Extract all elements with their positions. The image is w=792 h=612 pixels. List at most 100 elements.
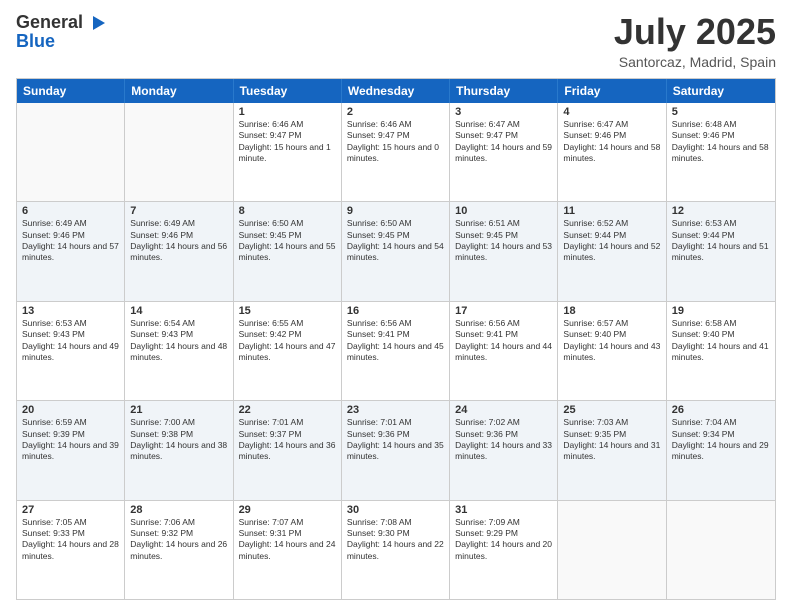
header-day-thursday: Thursday — [450, 79, 558, 103]
day-number: 2 — [347, 106, 444, 118]
day-info: Sunrise: 6:50 AM Sunset: 9:45 PM Dayligh… — [347, 218, 444, 264]
day-number: 4 — [563, 106, 660, 118]
header-day-saturday: Saturday — [667, 79, 775, 103]
day-info: Sunrise: 6:52 AM Sunset: 9:44 PM Dayligh… — [563, 218, 660, 264]
day-info: Sunrise: 6:48 AM Sunset: 9:46 PM Dayligh… — [672, 119, 770, 165]
day-info: Sunrise: 6:50 AM Sunset: 9:45 PM Dayligh… — [239, 218, 336, 264]
logo-triangle-icon — [85, 12, 107, 34]
day-number: 27 — [22, 504, 119, 516]
calendar-cell: 30Sunrise: 7:08 AM Sunset: 9:30 PM Dayli… — [342, 501, 450, 599]
day-info: Sunrise: 6:47 AM Sunset: 9:46 PM Dayligh… — [563, 119, 660, 165]
day-number: 19 — [672, 305, 770, 317]
calendar-cell: 12Sunrise: 6:53 AM Sunset: 9:44 PM Dayli… — [667, 202, 775, 300]
calendar-cell: 29Sunrise: 7:07 AM Sunset: 9:31 PM Dayli… — [234, 501, 342, 599]
day-number: 20 — [22, 404, 119, 416]
day-info: Sunrise: 6:46 AM Sunset: 9:47 PM Dayligh… — [239, 119, 336, 165]
calendar-cell — [17, 103, 125, 201]
day-number: 13 — [22, 305, 119, 317]
calendar-cell: 11Sunrise: 6:52 AM Sunset: 9:44 PM Dayli… — [558, 202, 666, 300]
day-number: 11 — [563, 205, 660, 217]
calendar-cell: 7Sunrise: 6:49 AM Sunset: 9:46 PM Daylig… — [125, 202, 233, 300]
calendar-cell: 13Sunrise: 6:53 AM Sunset: 9:43 PM Dayli… — [17, 302, 125, 400]
calendar: SundayMondayTuesdayWednesdayThursdayFrid… — [16, 78, 776, 600]
calendar-cell: 9Sunrise: 6:50 AM Sunset: 9:45 PM Daylig… — [342, 202, 450, 300]
day-number: 28 — [130, 504, 227, 516]
day-number: 18 — [563, 305, 660, 317]
day-info: Sunrise: 7:03 AM Sunset: 9:35 PM Dayligh… — [563, 417, 660, 463]
day-number: 12 — [672, 205, 770, 217]
calendar-cell — [125, 103, 233, 201]
calendar-cell: 22Sunrise: 7:01 AM Sunset: 9:37 PM Dayli… — [234, 401, 342, 499]
day-number: 21 — [130, 404, 227, 416]
header-day-wednesday: Wednesday — [342, 79, 450, 103]
calendar-cell: 17Sunrise: 6:56 AM Sunset: 9:41 PM Dayli… — [450, 302, 558, 400]
calendar-cell: 28Sunrise: 7:06 AM Sunset: 9:32 PM Dayli… — [125, 501, 233, 599]
day-number: 29 — [239, 504, 336, 516]
logo-general-text: General — [16, 13, 83, 33]
day-number: 10 — [455, 205, 552, 217]
day-number: 9 — [347, 205, 444, 217]
day-info: Sunrise: 7:04 AM Sunset: 9:34 PM Dayligh… — [672, 417, 770, 463]
calendar-cell: 25Sunrise: 7:03 AM Sunset: 9:35 PM Dayli… — [558, 401, 666, 499]
calendar-cell: 2Sunrise: 6:46 AM Sunset: 9:47 PM Daylig… — [342, 103, 450, 201]
day-number: 31 — [455, 504, 552, 516]
calendar-cell: 1Sunrise: 6:46 AM Sunset: 9:47 PM Daylig… — [234, 103, 342, 201]
calendar-cell: 23Sunrise: 7:01 AM Sunset: 9:36 PM Dayli… — [342, 401, 450, 499]
day-info: Sunrise: 6:47 AM Sunset: 9:47 PM Dayligh… — [455, 119, 552, 165]
day-number: 23 — [347, 404, 444, 416]
day-info: Sunrise: 7:07 AM Sunset: 9:31 PM Dayligh… — [239, 517, 336, 563]
day-info: Sunrise: 6:53 AM Sunset: 9:43 PM Dayligh… — [22, 318, 119, 364]
day-info: Sunrise: 7:01 AM Sunset: 9:36 PM Dayligh… — [347, 417, 444, 463]
calendar-cell: 6Sunrise: 6:49 AM Sunset: 9:46 PM Daylig… — [17, 202, 125, 300]
day-number: 5 — [672, 106, 770, 118]
calendar-cell: 15Sunrise: 6:55 AM Sunset: 9:42 PM Dayli… — [234, 302, 342, 400]
day-number: 17 — [455, 305, 552, 317]
day-number: 3 — [455, 106, 552, 118]
calendar-cell: 3Sunrise: 6:47 AM Sunset: 9:47 PM Daylig… — [450, 103, 558, 201]
day-info: Sunrise: 7:05 AM Sunset: 9:33 PM Dayligh… — [22, 517, 119, 563]
day-info: Sunrise: 6:55 AM Sunset: 9:42 PM Dayligh… — [239, 318, 336, 364]
day-info: Sunrise: 6:49 AM Sunset: 9:46 PM Dayligh… — [22, 218, 119, 264]
calendar-body: 1Sunrise: 6:46 AM Sunset: 9:47 PM Daylig… — [17, 103, 775, 599]
calendar-cell: 5Sunrise: 6:48 AM Sunset: 9:46 PM Daylig… — [667, 103, 775, 201]
calendar-cell: 24Sunrise: 7:02 AM Sunset: 9:36 PM Dayli… — [450, 401, 558, 499]
calendar-cell: 31Sunrise: 7:09 AM Sunset: 9:29 PM Dayli… — [450, 501, 558, 599]
day-info: Sunrise: 7:06 AM Sunset: 9:32 PM Dayligh… — [130, 517, 227, 563]
calendar-week-1: 1Sunrise: 6:46 AM Sunset: 9:47 PM Daylig… — [17, 103, 775, 201]
day-number: 8 — [239, 205, 336, 217]
day-number: 25 — [563, 404, 660, 416]
day-info: Sunrise: 6:49 AM Sunset: 9:46 PM Dayligh… — [130, 218, 227, 264]
header-day-monday: Monday — [125, 79, 233, 103]
day-info: Sunrise: 7:08 AM Sunset: 9:30 PM Dayligh… — [347, 517, 444, 563]
day-info: Sunrise: 6:46 AM Sunset: 9:47 PM Dayligh… — [347, 119, 444, 165]
day-info: Sunrise: 7:01 AM Sunset: 9:37 PM Dayligh… — [239, 417, 336, 463]
day-number: 22 — [239, 404, 336, 416]
calendar-header: SundayMondayTuesdayWednesdayThursdayFrid… — [17, 79, 775, 103]
day-info: Sunrise: 6:51 AM Sunset: 9:45 PM Dayligh… — [455, 218, 552, 264]
calendar-cell: 4Sunrise: 6:47 AM Sunset: 9:46 PM Daylig… — [558, 103, 666, 201]
calendar-cell: 8Sunrise: 6:50 AM Sunset: 9:45 PM Daylig… — [234, 202, 342, 300]
day-number: 14 — [130, 305, 227, 317]
calendar-cell — [558, 501, 666, 599]
calendar-week-2: 6Sunrise: 6:49 AM Sunset: 9:46 PM Daylig… — [17, 201, 775, 300]
calendar-cell: 10Sunrise: 6:51 AM Sunset: 9:45 PM Dayli… — [450, 202, 558, 300]
calendar-cell: 21Sunrise: 7:00 AM Sunset: 9:38 PM Dayli… — [125, 401, 233, 499]
day-number: 26 — [672, 404, 770, 416]
header-day-tuesday: Tuesday — [234, 79, 342, 103]
day-info: Sunrise: 6:56 AM Sunset: 9:41 PM Dayligh… — [455, 318, 552, 364]
day-number: 16 — [347, 305, 444, 317]
month-title: July 2025 — [614, 12, 776, 52]
day-info: Sunrise: 6:53 AM Sunset: 9:44 PM Dayligh… — [672, 218, 770, 264]
day-number: 15 — [239, 305, 336, 317]
calendar-week-5: 27Sunrise: 7:05 AM Sunset: 9:33 PM Dayli… — [17, 500, 775, 599]
calendar-week-4: 20Sunrise: 6:59 AM Sunset: 9:39 PM Dayli… — [17, 400, 775, 499]
header-day-friday: Friday — [558, 79, 666, 103]
title-block: July 2025 Santorcaz, Madrid, Spain — [614, 12, 776, 70]
day-info: Sunrise: 6:58 AM Sunset: 9:40 PM Dayligh… — [672, 318, 770, 364]
header-day-sunday: Sunday — [17, 79, 125, 103]
location: Santorcaz, Madrid, Spain — [614, 54, 776, 70]
day-info: Sunrise: 7:00 AM Sunset: 9:38 PM Dayligh… — [130, 417, 227, 463]
day-info: Sunrise: 6:54 AM Sunset: 9:43 PM Dayligh… — [130, 318, 227, 364]
day-number: 6 — [22, 205, 119, 217]
calendar-cell: 26Sunrise: 7:04 AM Sunset: 9:34 PM Dayli… — [667, 401, 775, 499]
